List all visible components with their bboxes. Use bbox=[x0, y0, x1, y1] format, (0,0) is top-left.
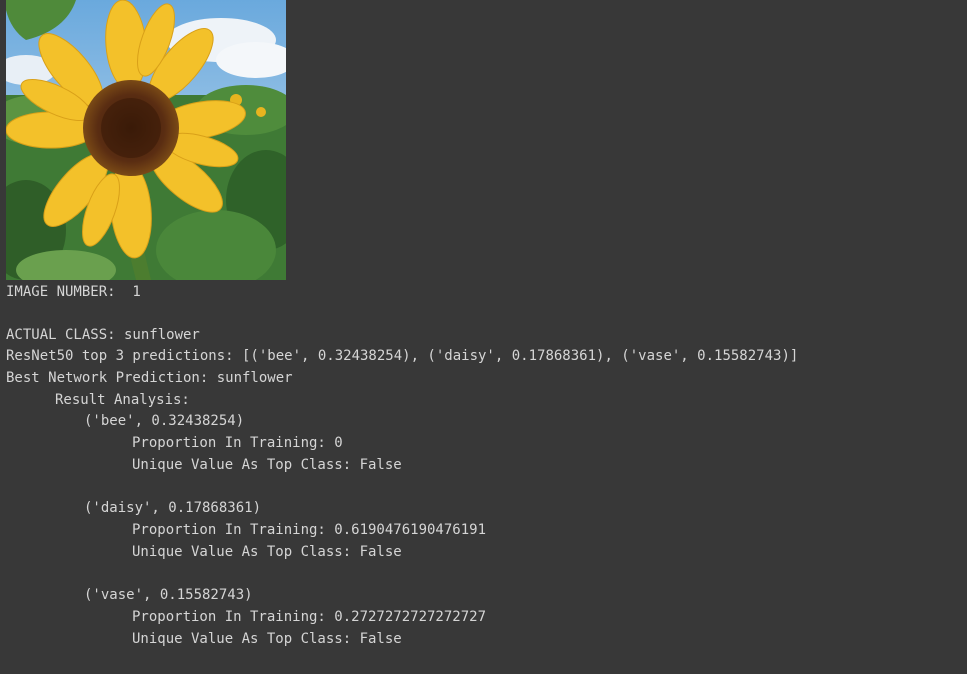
best-prediction-line: Best Network Prediction: sunflower bbox=[6, 370, 293, 386]
notebook-output-cell: IMAGE NUMBER: 1 ACTUAL CLASS: sunflower … bbox=[0, 0, 967, 674]
prediction-tuple: ('vase', 0.15582743) bbox=[84, 587, 253, 603]
unique-top-class: Unique Value As Top Class: False bbox=[132, 631, 402, 647]
prediction-tuple: ('bee', 0.32438254) bbox=[84, 413, 245, 429]
top3-predictions-line: ResNet50 top 3 predictions: [('bee', 0.3… bbox=[6, 348, 799, 364]
sunflower-image bbox=[6, 0, 286, 280]
prediction-tuple: ('daisy', 0.17868361) bbox=[84, 500, 262, 516]
sunflower-photo-icon bbox=[6, 0, 286, 280]
proportion-in-training: Proportion In Training: 0.27272727272727… bbox=[132, 609, 487, 625]
proportion-in-training: Proportion In Training: 0.61904761904761… bbox=[132, 522, 487, 538]
result-analysis-header: Result Analysis: bbox=[55, 392, 190, 408]
unique-top-class: Unique Value As Top Class: False bbox=[132, 457, 402, 473]
actual-class-line: ACTUAL CLASS: sunflower bbox=[6, 327, 200, 343]
proportion-in-training: Proportion In Training: 0 bbox=[132, 435, 343, 451]
image-number-line: IMAGE NUMBER: 1 bbox=[6, 284, 141, 300]
unique-top-class: Unique Value As Top Class: False bbox=[132, 544, 402, 560]
